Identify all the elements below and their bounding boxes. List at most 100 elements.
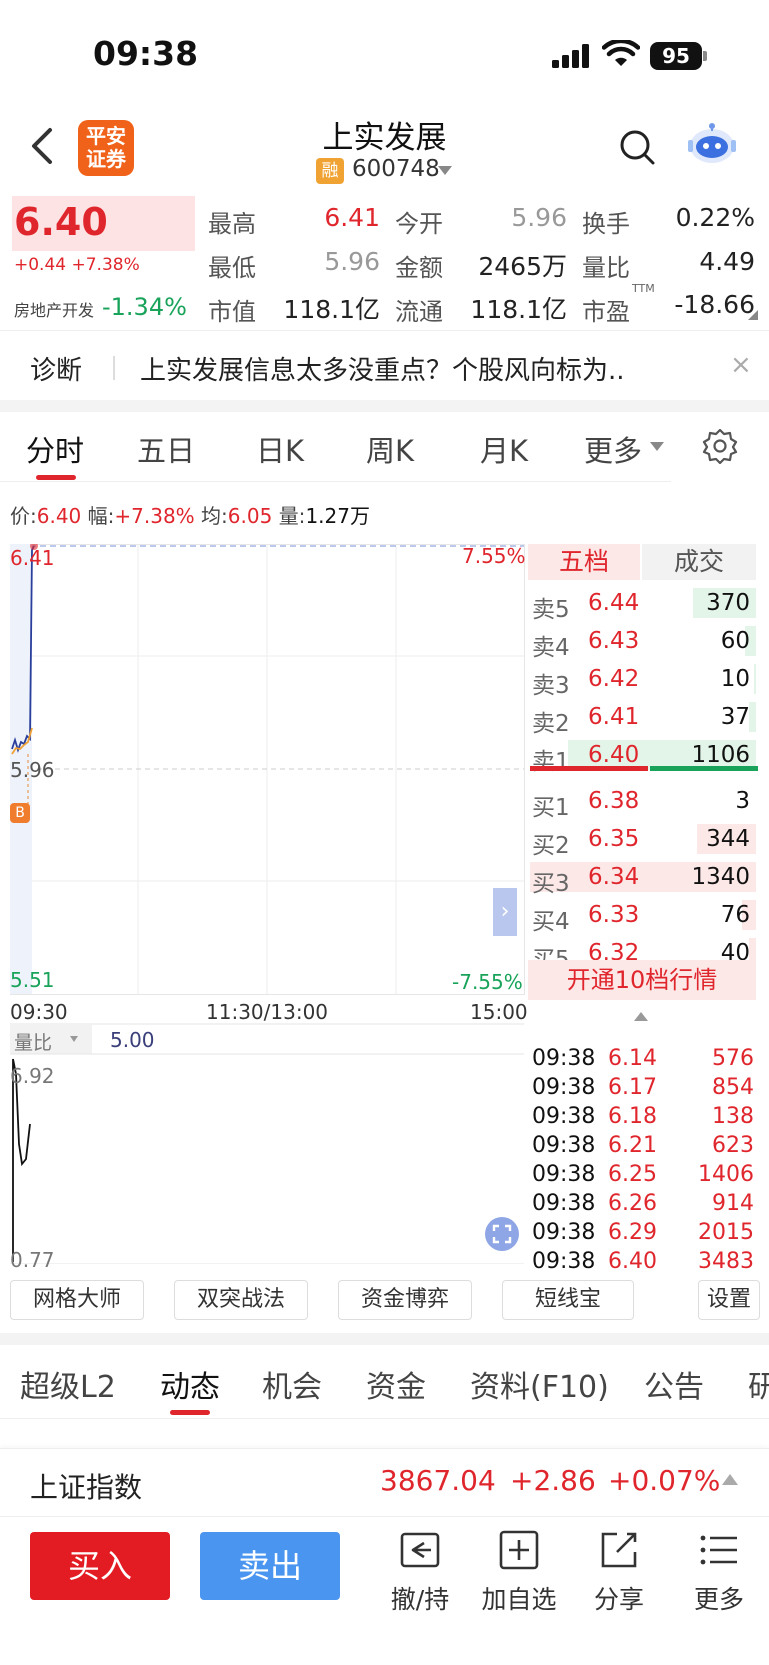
fund-game-button[interactable]: 资金博弈 — [338, 1280, 472, 1320]
tab-indicator — [36, 475, 76, 480]
open-level10-button[interactable]: 开通10档行情 — [528, 960, 756, 1000]
ai-robot-icon[interactable] — [686, 122, 738, 166]
chevron-down-icon[interactable] — [650, 442, 664, 451]
close-icon[interactable]: × — [730, 350, 752, 380]
stat-label-float: 流通 — [395, 298, 443, 326]
ask-row[interactable]: 卖3 6.42 10 — [530, 660, 756, 699]
menu-icon[interactable] — [697, 1528, 741, 1572]
stat-value-mkt-cap: 118.1亿 — [283, 295, 380, 324]
sub-top-value: 6.92 — [10, 1064, 55, 1088]
divider — [0, 330, 769, 331]
stat-label-amount: 金额 — [395, 254, 443, 282]
chart-top-price: 6.41 — [10, 546, 55, 570]
stat-pe-ttm: TTM — [632, 282, 655, 295]
add-watch-label[interactable]: 加自选 — [469, 1580, 569, 1616]
tab-super-l2[interactable]: 超级L2 — [20, 1362, 116, 1406]
sector-change[interactable]: -1.34% — [102, 293, 187, 321]
stat-label-low: 最低 — [208, 254, 256, 282]
cellular-signal-icon — [552, 44, 589, 68]
ask-row[interactable]: 卖4 6.43 60 — [530, 622, 756, 661]
add-watchlist-icon[interactable] — [497, 1528, 541, 1572]
info-amp: +7.38% — [114, 504, 195, 528]
bid-row[interactable]: 买4 6.33 76 — [530, 896, 756, 935]
bid-row[interactable]: 买2 6.35 344 — [530, 820, 756, 859]
cancel-order-icon[interactable] — [398, 1528, 442, 1572]
tick-price: 6.14 — [608, 1046, 657, 1071]
tab-monthly-k[interactable]: 月K — [480, 428, 528, 470]
level-price: 6.42 — [588, 666, 640, 692]
short-line-button[interactable]: 短线宝 — [502, 1280, 634, 1320]
ask-row[interactable]: 卖5 6.44 370 — [530, 584, 756, 623]
level-volume: 37 — [720, 704, 750, 730]
buy-signal-marker[interactable]: B — [10, 803, 30, 823]
fullscreen-icon[interactable] — [484, 1216, 520, 1252]
margin-badge: 融 — [316, 158, 344, 184]
chevron-down-icon[interactable] — [438, 166, 452, 175]
tick-price: 6.26 — [608, 1191, 657, 1216]
tab-opportunity[interactable]: 机会 — [262, 1362, 322, 1406]
trade-tick: 09:38 6.40 3483 — [532, 1249, 754, 1278]
stat-label-high: 最高 — [208, 210, 256, 238]
info-vol: 1.27万 — [305, 504, 370, 528]
chevron-right-icon[interactable]: › — [493, 888, 517, 936]
stat-value-high: 6.41 — [324, 203, 380, 232]
level-volume: 344 — [706, 826, 750, 852]
level-label: 买3 — [532, 871, 570, 897]
tab-trades[interactable]: 成交 — [642, 544, 756, 580]
level-price: 6.41 — [588, 704, 640, 730]
sell-button[interactable]: 卖出 — [200, 1532, 340, 1600]
chevron-up-icon[interactable] — [722, 1474, 738, 1485]
tick-price: 6.40 — [608, 1249, 657, 1274]
level-label: 卖4 — [532, 635, 570, 661]
level-label: 卖2 — [532, 711, 570, 737]
tab-news[interactable]: 动态 — [160, 1362, 220, 1406]
level-price: 6.33 — [588, 902, 640, 928]
gear-icon[interactable] — [702, 428, 738, 464]
crosshair-info: 价:6.40 幅:+7.38% 均:6.05 量:1.27万 — [10, 500, 370, 529]
double-breakout-button[interactable]: 双突战法 — [174, 1280, 308, 1320]
expand-corner-icon[interactable] — [748, 310, 758, 320]
intraday-chart[interactable] — [10, 544, 526, 1264]
tab-weekly-k[interactable]: 周K — [366, 428, 414, 470]
stock-code[interactable]: 600748 — [352, 156, 440, 182]
tick-time: 09:38 — [532, 1075, 596, 1100]
diagnosis-text[interactable]: 上实发展信息太多没重点？个股风向标为.. — [140, 350, 695, 387]
sub-indicator-select[interactable]: 量比 — [14, 1028, 52, 1055]
tab-intraday[interactable]: 分时 — [26, 428, 84, 470]
bid-row[interactable]: 买3 6.34 1340 — [530, 858, 756, 897]
bid-row[interactable]: 买1 6.38 3 — [530, 782, 756, 821]
search-icon[interactable] — [618, 128, 658, 168]
battery-tip — [703, 51, 707, 61]
tick-price: 6.25 — [608, 1162, 657, 1187]
tab-order-book[interactable]: 五档 — [528, 544, 640, 580]
share-icon[interactable] — [597, 1528, 641, 1572]
price-change: +0.44 +7.38% — [14, 255, 140, 275]
tab-announcement[interactable]: 公告 — [644, 1362, 704, 1406]
tab-more[interactable]: 更多 — [584, 428, 642, 470]
ask-row[interactable]: 卖2 6.41 37 — [530, 698, 756, 737]
tab-f10[interactable]: 资料(F10) — [470, 1362, 609, 1406]
level-price: 6.44 — [588, 590, 640, 616]
divider — [0, 481, 671, 482]
buy-button[interactable]: 买入 — [30, 1532, 170, 1600]
more-label[interactable]: 更多 — [669, 1580, 769, 1616]
cancel-hold-label[interactable]: 撤/持 — [370, 1580, 470, 1616]
diagnosis-label[interactable]: 诊断 — [30, 350, 82, 387]
chevron-up-icon[interactable] — [634, 1012, 648, 1021]
chart-bottom-price: 5.51 — [10, 968, 55, 992]
level-label: 买2 — [532, 833, 570, 859]
tab-research[interactable]: 研 — [748, 1362, 769, 1406]
stat-value-low: 5.96 — [324, 247, 380, 276]
grid-master-button[interactable]: 网格大师 — [10, 1280, 144, 1320]
settings-button[interactable]: 设置 — [698, 1280, 760, 1320]
trade-tick: 09:38 6.17 854 — [532, 1075, 754, 1104]
stat-label-mkt-cap: 市值 — [208, 298, 256, 326]
tab-funds[interactable]: 资金 — [366, 1362, 426, 1406]
tick-time: 09:38 — [532, 1104, 596, 1129]
divider-green — [650, 766, 758, 771]
stat-label-open: 今开 — [395, 210, 443, 238]
share-label[interactable]: 分享 — [569, 1580, 669, 1616]
sector-name[interactable]: 房地产开发 — [14, 297, 94, 321]
tab-5day[interactable]: 五日 — [137, 428, 195, 470]
tab-daily-k[interactable]: 日K — [256, 428, 304, 470]
